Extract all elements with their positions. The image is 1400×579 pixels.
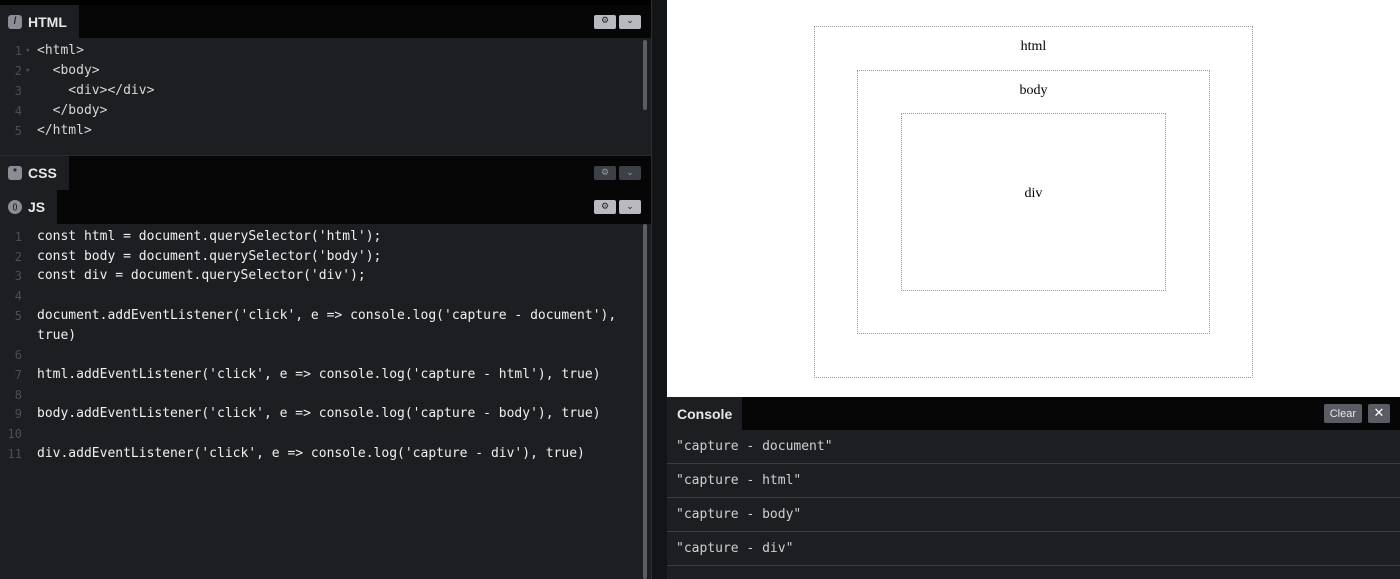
- tab-js-label: JS: [28, 199, 46, 215]
- line-number: 9: [14, 407, 22, 422]
- console-title: Console: [667, 397, 743, 430]
- console-header: Console Clear ✕: [667, 397, 1400, 430]
- code-text: document.addEventListener('click', e => …: [37, 307, 617, 323]
- line-number: 2: [14, 249, 22, 264]
- div-box-label: div: [1024, 186, 1043, 201]
- console-entry: "capture - document": [667, 430, 1400, 464]
- line-number: 8: [14, 387, 22, 402]
- html-code-area[interactable]: 1 ▾ <html> 2 ▾ <body> 3 <div></div> 4 </body> 5…: [0, 38, 651, 155]
- line-number: 7: [14, 367, 22, 382]
- html-scrollbar[interactable]: [643, 40, 647, 110]
- html-box[interactable]: html body div: [814, 26, 1253, 378]
- code-text: <div></div>: [37, 83, 155, 98]
- js-scrollbar[interactable]: [643, 224, 647, 579]
- line-number: 11: [7, 446, 22, 461]
- js-code-area[interactable]: 1 const html = document.querySelector('ht…: [0, 224, 651, 579]
- fold-arrow-icon[interactable]: ▾: [25, 41, 30, 61]
- line-number: 4: [14, 104, 22, 118]
- console-panel: Console Clear ✕ "capture - document" "cap…: [667, 397, 1400, 579]
- editor-panel: / HTML ⚙ ⌄ 1 ▾ <html> 2 ▾ <body> 3 <div></div…: [0, 0, 651, 579]
- html-box-label: html: [1020, 39, 1047, 54]
- line-number: 5: [14, 308, 22, 323]
- html-icon: /: [8, 14, 22, 29]
- settings-icon[interactable]: ⚙: [594, 14, 616, 29]
- line-number: 4: [14, 289, 22, 304]
- line-number: 2: [14, 64, 22, 78]
- result-preview[interactable]: html body div: [667, 0, 1400, 397]
- chevron-down-icon[interactable]: ⌄: [619, 14, 641, 29]
- code-text: const html = document.querySelector('htm…: [37, 229, 382, 244]
- console-entry: "capture - body": [667, 498, 1400, 532]
- code-text: </html>: [37, 123, 92, 138]
- pane-resizer[interactable]: [651, 0, 667, 579]
- code-text: const body = document.querySelector('bod…: [37, 248, 382, 264]
- fold-arrow-icon[interactable]: ▾: [25, 61, 30, 81]
- code-text: </body>: [37, 103, 108, 118]
- js-editor-header: () JS ⚙ ⌄: [0, 190, 651, 224]
- div-box[interactable]: div: [901, 113, 1166, 291]
- tab-html-label: HTML: [28, 13, 67, 30]
- console-entry: "capture - div": [667, 532, 1400, 566]
- tab-css[interactable]: * CSS: [0, 156, 69, 190]
- code-text: const div = document.querySelector('div'…: [37, 268, 366, 284]
- body-box-label: body: [1019, 83, 1048, 98]
- parentheses-icon: (): [8, 200, 22, 214]
- tab-js[interactable]: () JS: [0, 190, 58, 224]
- code-text: html.addEventListener('click', e => cons…: [37, 366, 601, 382]
- code-text: <body>: [37, 63, 100, 78]
- line-number: 3: [14, 84, 22, 98]
- chevron-down-icon[interactable]: ⌄: [619, 166, 641, 180]
- html-editor-header: / HTML ⚙ ⌄: [0, 5, 651, 38]
- settings-icon[interactable]: ⚙: [594, 200, 616, 214]
- line-number: 3: [14, 269, 22, 284]
- code-text: div.addEventListener('click', e => conso…: [37, 445, 585, 461]
- settings-icon[interactable]: ⚙: [594, 166, 616, 180]
- tab-css-label: CSS: [28, 165, 57, 181]
- code-text: true): [37, 327, 77, 343]
- output-panel: html body div Console Clear ✕ "capture -…: [667, 0, 1400, 579]
- line-number: 1: [14, 230, 22, 244]
- line-number: 1: [14, 44, 22, 58]
- line-number: 5: [14, 124, 22, 138]
- line-number: 6: [14, 348, 22, 363]
- tab-html[interactable]: / HTML: [0, 5, 79, 38]
- close-icon[interactable]: ✕: [1368, 404, 1390, 423]
- console-entry: "capture - html": [667, 464, 1400, 498]
- code-text: <html>: [37, 43, 84, 58]
- clear-button[interactable]: Clear: [1323, 404, 1362, 423]
- line-number: 10: [7, 427, 22, 441]
- asterisk-icon: *: [8, 166, 22, 180]
- code-text: body.addEventListener('click', e => cons…: [37, 406, 601, 422]
- body-box[interactable]: body div: [857, 70, 1210, 334]
- chevron-down-icon[interactable]: ⌄: [619, 200, 641, 214]
- css-editor-header: * CSS ⚙ ⌄: [0, 155, 651, 190]
